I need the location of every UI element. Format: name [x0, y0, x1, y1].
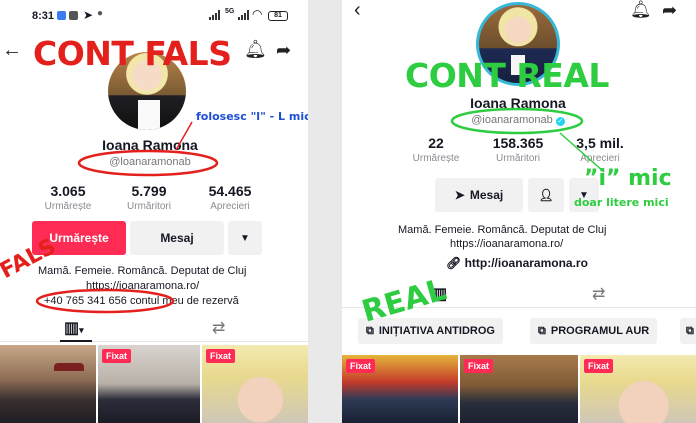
video-thumbnail-1[interactable]: Fixat: [342, 355, 458, 423]
tab-caret-icon: ▾: [79, 325, 84, 335]
followers-count: 5.799: [131, 183, 167, 199]
tab-reposts[interactable]: ⇄: [212, 318, 225, 338]
bio-line-1: Mamă. Femeie. Româncă. Deputat de Cluj: [38, 265, 247, 277]
playlist-label: INIȚIATIVA ANTIDROG: [378, 325, 495, 337]
share-icon[interactable]: ➦: [662, 0, 677, 20]
following-count: 22: [428, 135, 444, 151]
followers-count: 158.365: [492, 135, 544, 151]
battery-icon: 81: [268, 11, 288, 21]
followers-stat: 5.799 Urmăritori: [109, 183, 189, 212]
annotation-lowercase-l: folosesc "l" - L mic: [196, 110, 308, 123]
likes-stat: 3,5 mil. Aprecieri: [560, 135, 640, 164]
send-icon: ➤: [454, 188, 465, 202]
likes-label: Aprecieri: [210, 201, 250, 212]
back-arrow-icon[interactable]: ←: [2, 40, 22, 60]
video-thumbnail-2[interactable]: Fixat: [460, 355, 578, 423]
playlist-label: PROGRAMUL AUR: [550, 325, 650, 337]
fake-account-screenshot: 8:31 ➤ ● 5G ◠ 81 ← 🔔︎ ➦ CONT FALS folose…: [0, 0, 308, 423]
add-person-icon: 👤︎: [538, 188, 554, 202]
repost-icon: ⇄: [592, 286, 606, 303]
bio-phone: +40 765 341 656 contul meu de rezervă: [44, 295, 239, 307]
following-stat: 3.065 Urmărește: [28, 183, 108, 212]
followers-label: Urmăritori: [496, 153, 540, 164]
likes-count: 54.465: [208, 183, 252, 199]
wifi-icon: ◠: [252, 7, 263, 21]
gallery-notification-icon: [69, 11, 78, 20]
message-button-label: Mesaj: [469, 188, 504, 202]
profile-handle: @loanaramonab: [109, 156, 191, 168]
likes-stat: 54.465 Aprecieri: [190, 183, 270, 212]
bio-website-link[interactable]: 🔗︎ http://ioanaramona.ro: [446, 256, 588, 270]
following-count: 3.065: [50, 183, 86, 199]
status-bar: 8:31 ➤ ● 5G ◠ 81: [0, 7, 308, 26]
profile-handle-row: @ioanaramonab ✓: [428, 114, 608, 126]
likes-count: 3,5 mil.: [576, 135, 624, 151]
videos-grid-icon: ▥: [64, 320, 80, 337]
annotation-lowercase-only: doar litere mici: [574, 196, 669, 209]
annotation-lowercase-i: ”i” mic: [584, 166, 672, 191]
bell-icon[interactable]: 🔔︎: [630, 0, 652, 20]
message-button[interactable]: ➤ Mesaj: [435, 178, 523, 212]
pinned-badge: Fixat: [206, 349, 236, 363]
signal-2-icon: [238, 10, 249, 20]
tab-active-indicator: [60, 340, 92, 342]
profile-handle: @ioanaramonab: [471, 114, 553, 126]
profile-name: Ioana Ramona: [470, 95, 566, 111]
real-account-screenshot: ‹ 🔔︎ ➦ CONT REAL Ioana Ramona @ioanaramo…: [342, 0, 696, 423]
video-thumbnail-3[interactable]: Fixat: [580, 355, 696, 423]
playlist-icon: ⧉: [538, 324, 546, 337]
playlist-chip-aur[interactable]: ⧉ PROGRAMUL AUR: [530, 318, 658, 344]
following-label: Urmărește: [412, 153, 460, 164]
navigation-arrow-icon: ➤: [83, 8, 94, 22]
storefront-awning: [54, 363, 84, 371]
share-icon[interactable]: ➦: [276, 40, 291, 60]
tab-videos[interactable]: ▥▾: [64, 318, 84, 338]
followers-label: Urmăritori: [127, 201, 171, 212]
playlist-chip-overflow[interactable]: ⧉: [680, 318, 696, 344]
verified-badge-icon: ✓: [555, 117, 565, 126]
likes-label: Aprecieri: [580, 153, 620, 164]
real-account-title: CONT REAL: [405, 56, 609, 95]
repost-icon: ⇄: [212, 320, 226, 337]
pinned-badge: Fixat: [584, 359, 614, 373]
followers-stat: 158.365 Urmăritori: [478, 135, 558, 164]
video-thumbnail-3[interactable]: Fixat: [202, 345, 308, 423]
playlist-icon: ⧉: [686, 324, 694, 337]
message-button[interactable]: Mesaj: [130, 221, 224, 255]
signal-icon: [209, 10, 220, 20]
following-label: Urmărește: [44, 201, 92, 212]
network-5g-icon: 5G: [225, 8, 235, 15]
tab-reposts[interactable]: ⇄: [592, 284, 605, 304]
bio-link-text: https://ioanaramona.ro/: [450, 238, 564, 250]
add-friend-button[interactable]: 👤︎: [528, 178, 564, 212]
more-dropdown-button[interactable]: ▼: [228, 221, 262, 255]
dot-icon: ●: [97, 8, 104, 19]
pinned-badge: Fixat: [346, 359, 376, 373]
back-chevron-icon[interactable]: ‹: [354, 0, 361, 20]
fake-account-title: CONT FALS: [33, 34, 232, 73]
bio-line-1: Mamă. Femeie. Româncă. Deputat de Cluj: [398, 224, 607, 236]
status-time: 8:31: [32, 10, 55, 22]
bio-link-text: https://ioanaramona.ro/: [86, 280, 200, 292]
video-thumbnail-2[interactable]: Fixat: [98, 345, 200, 423]
profile-name: Ioana Ramona: [102, 137, 198, 153]
pinned-badge: Fixat: [102, 349, 132, 363]
link-icon: 🔗︎: [446, 256, 462, 270]
following-stat: 22 Urmărește: [396, 135, 476, 164]
profile-tab-bar: ▥▾ ⇄: [0, 314, 308, 342]
bell-icon[interactable]: 🔔︎: [244, 39, 267, 59]
website-link-label: http://ioanaramona.ro: [464, 256, 588, 270]
app-notification-icon: [57, 11, 66, 20]
avatar-shirt: [138, 100, 160, 130]
video-thumbnail-1[interactable]: [0, 345, 96, 423]
pinned-badge: Fixat: [464, 359, 494, 373]
caret-down-icon: ▼: [240, 232, 250, 244]
